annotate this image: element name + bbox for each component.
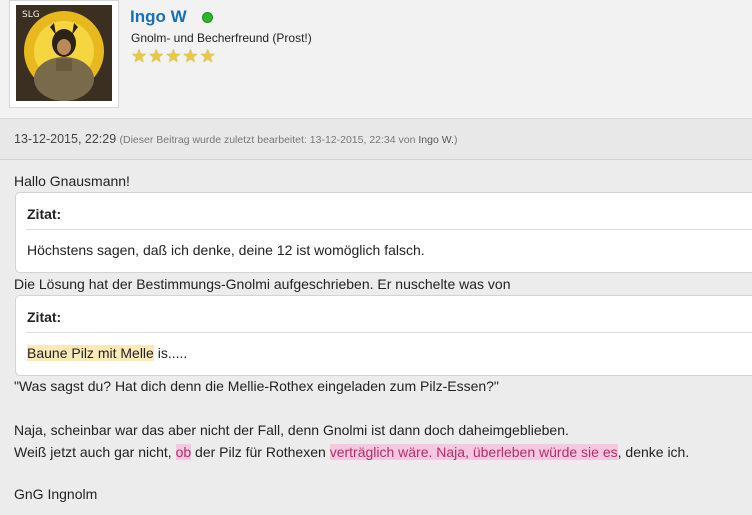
edit-note-suffix: ) <box>453 134 458 146</box>
quote-divider <box>26 332 752 333</box>
avatar-badge-text: SLG <box>22 10 40 20</box>
star-icon: ★ <box>182 46 200 66</box>
post-signature: GnG Ingnolm <box>14 486 98 502</box>
star-icon: ★ <box>165 46 183 66</box>
avatar[interactable]: SLG <box>9 0 119 108</box>
quote-rest: is..... <box>153 345 188 361</box>
post-date: 13-12-2015, 22:29 <box>14 132 117 146</box>
edit-note: (Dieser Beitrag wurde zuletzt bearbeitet… <box>120 134 458 146</box>
star-icon: ★ <box>199 46 217 66</box>
post-paragraph: "Was sagst du? Hat dich denn die Mellie-… <box>14 378 499 394</box>
quote-text: Baune Pilz mit Melle is..... <box>27 345 187 361</box>
highlighted-text: verträglich wäre. Naja, überleben würde … <box>329 444 618 460</box>
rating-stars: ★★★★★ <box>131 46 217 67</box>
post-author-header: SLG Ingo W Gnolm- und Becherfreund (Pros… <box>0 0 752 118</box>
text-segment: Weiß jetzt auch gar nicht, <box>14 444 176 460</box>
quote-label: Zitat: <box>27 206 62 222</box>
text-segment: der Pilz für Rothexen <box>191 444 330 460</box>
text-segment: , denke ich. <box>617 444 690 460</box>
highlighted-text: ob <box>175 444 192 460</box>
username-link[interactable]: Ingo W <box>130 7 187 27</box>
post-paragraph: Weiß jetzt auch gar nicht, ob der Pilz f… <box>14 444 689 460</box>
user-title: Gnolm- und Becherfreund (Prost!) <box>131 31 312 45</box>
star-icon: ★ <box>131 46 149 66</box>
post-meta: 13-12-2015, 22:29 (Dieser Beitrag wurde … <box>14 132 457 146</box>
post-paragraph: Die Lösung hat der Bestimmungs-Gnolmi au… <box>14 276 511 292</box>
post-greeting: Hallo Gnausmann! <box>14 173 130 189</box>
post-paragraph: Naja, scheinbar war das aber nicht der F… <box>14 422 569 438</box>
online-status-icon <box>202 12 213 23</box>
quote-highlight: Baune Pilz mit Melle <box>27 345 154 361</box>
quote-label: Zitat: <box>27 309 62 325</box>
avatar-image: SLG <box>16 5 112 101</box>
quote-text: Höchstens sagen, daß ich denke, deine 12… <box>27 242 425 258</box>
star-icon: ★ <box>148 46 166 66</box>
edit-user-link[interactable]: Ingo W. <box>418 134 454 146</box>
quote-block: Zitat: Baune Pilz mit Melle is..... <box>15 295 752 376</box>
quote-block: Zitat: Höchstens sagen, daß ich denke, d… <box>15 192 752 273</box>
quote-divider <box>26 229 752 230</box>
edit-note-prefix: (Dieser Beitrag wurde zuletzt bearbeitet… <box>119 134 416 146</box>
